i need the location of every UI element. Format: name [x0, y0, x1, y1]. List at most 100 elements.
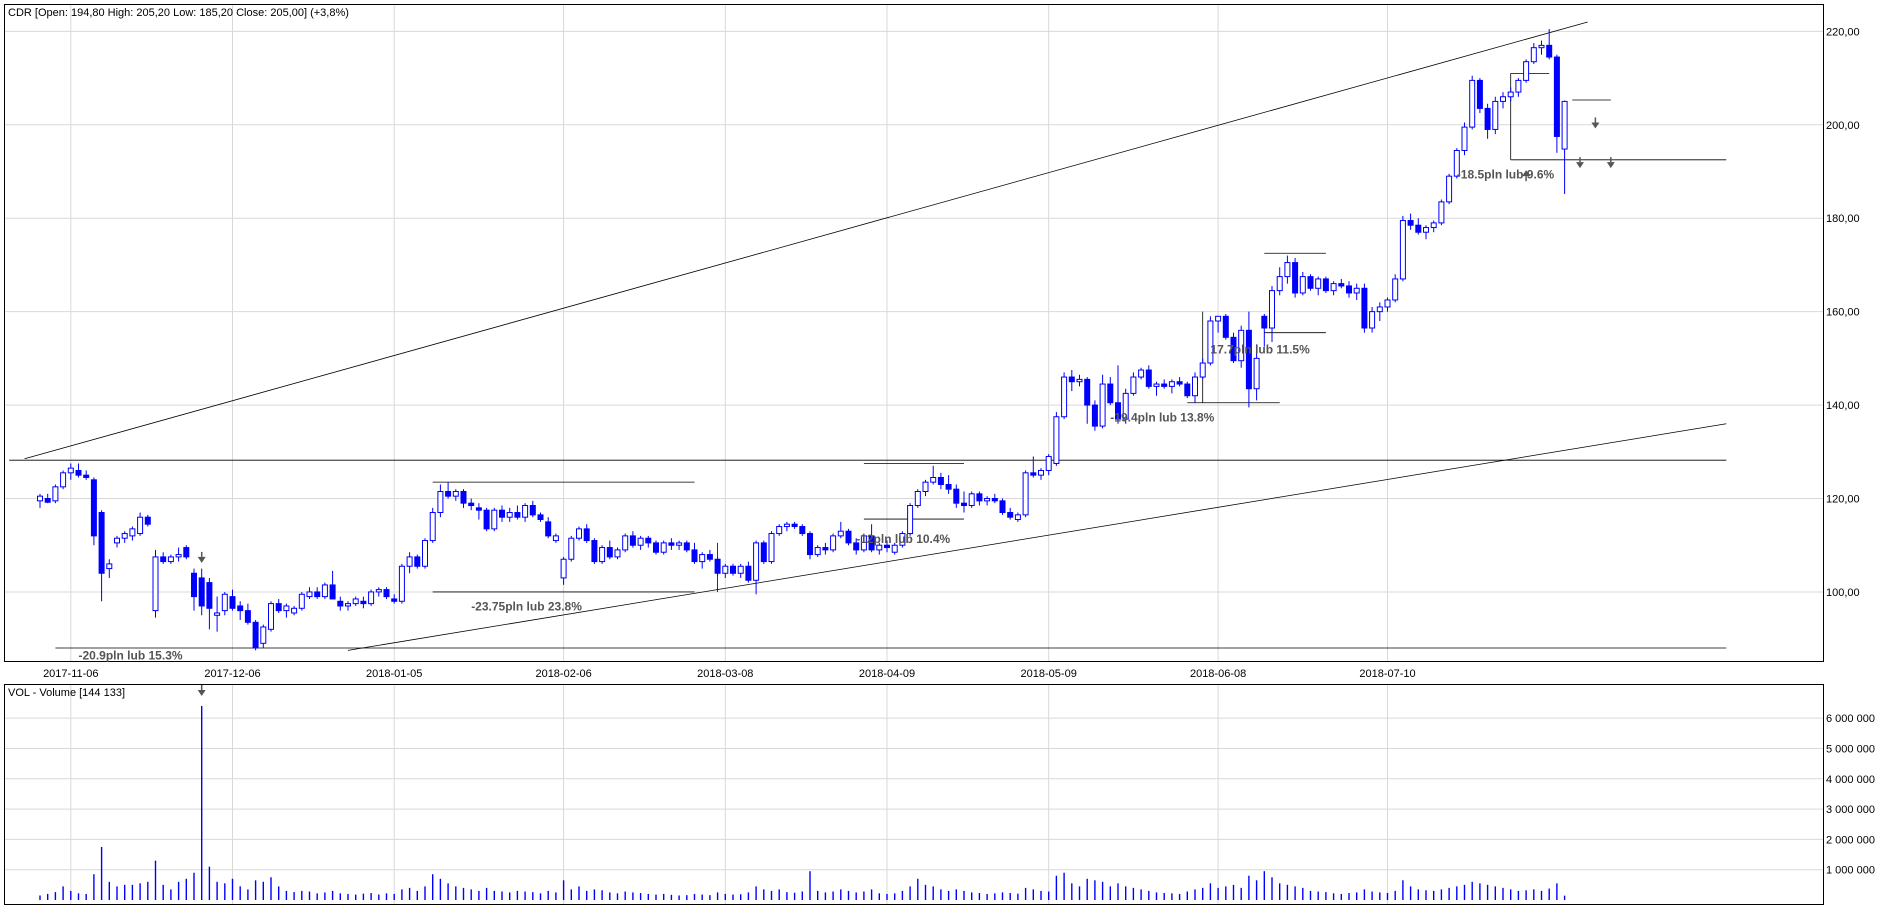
candle [1222, 313, 1229, 340]
candle-body [552, 535, 559, 542]
candle-body [1245, 329, 1252, 390]
candle-body [1014, 514, 1021, 521]
candle [999, 498, 1006, 515]
candle-body [214, 612, 221, 616]
candle-body [1500, 96, 1506, 102]
candle-body [1107, 383, 1114, 404]
candle-body [745, 565, 752, 581]
stock-chart: 2017-11-06 2017-12-06 2018-01-05 2018-02-06… [0, 0, 1882, 910]
candle-body [244, 610, 251, 623]
candle-body [1022, 472, 1029, 516]
candle-body [44, 498, 51, 503]
y-tick-label: 140,00 [1826, 400, 1860, 412]
candle-body [807, 533, 813, 556]
x-tick-label: 2018-02-06 [535, 668, 591, 680]
candle [660, 540, 667, 555]
candle-body [683, 542, 690, 551]
candle-body [398, 565, 405, 602]
candle [1361, 283, 1368, 333]
candle-body [1484, 107, 1491, 130]
candle-body [629, 535, 636, 546]
x-tick-label: 2018-05-09 [1021, 668, 1077, 680]
candle-body [121, 533, 128, 539]
candle [1523, 59, 1530, 83]
candle-body [268, 603, 274, 630]
candle-body [814, 547, 821, 556]
candle [653, 540, 659, 555]
candle-body [1299, 276, 1306, 294]
candle-body [984, 498, 991, 502]
candle-body [953, 488, 960, 504]
candle [599, 545, 606, 564]
candle-body [945, 483, 952, 490]
candle-body [114, 537, 120, 544]
candle [1091, 400, 1098, 431]
candle-body [314, 591, 321, 598]
candle-body [90, 479, 97, 537]
candle-body [221, 593, 228, 612]
candle-body [1423, 227, 1429, 233]
candle-body [1138, 369, 1145, 378]
candle-body [760, 542, 767, 563]
candle [491, 507, 498, 532]
volume-tick-label: 5 000 000 [1826, 743, 1875, 755]
candle-body [1469, 79, 1476, 128]
candle-body [483, 509, 490, 530]
volume-tick-label: 6 000 000 [1826, 713, 1875, 725]
candle-body [345, 603, 351, 607]
candle-body [622, 535, 629, 551]
candle-body [976, 493, 983, 502]
candle [1446, 173, 1453, 205]
candle-body [460, 491, 467, 504]
y-axis: 100,00 120,00 140,00 160,00 180,00 200,00 220,… [1826, 26, 1860, 599]
candle-body [668, 542, 675, 546]
candle-body [845, 530, 852, 544]
candle-body [429, 512, 436, 542]
candle-body [1530, 47, 1537, 63]
candle [768, 531, 775, 564]
candle-body [1176, 381, 1183, 385]
candle [807, 531, 813, 560]
candle-body [614, 549, 621, 558]
candle-body [1091, 404, 1098, 427]
candle-body [822, 547, 829, 551]
candle-body [1392, 278, 1399, 301]
y-tick-label: 200,00 [1826, 120, 1860, 132]
candle [1469, 75, 1476, 130]
candle-body [52, 486, 59, 502]
candle-body [191, 572, 197, 598]
candle-body [991, 498, 998, 502]
candle-body [930, 476, 937, 483]
candle-body [1307, 276, 1314, 289]
candle-body [1030, 472, 1037, 476]
candle-body [1346, 285, 1352, 294]
candle-body [167, 556, 174, 563]
candle [576, 526, 582, 541]
candle-body [414, 556, 421, 567]
candle-body [1253, 357, 1260, 390]
candle-body [1184, 383, 1191, 397]
candle-body [1384, 299, 1391, 308]
candle [830, 533, 837, 553]
candle-body [1523, 61, 1530, 81]
candle-body [275, 603, 282, 612]
x-tick-label: 2018-03-08 [697, 668, 753, 680]
candle-body [1399, 220, 1406, 280]
candle-body [876, 544, 883, 551]
candle [1207, 316, 1214, 366]
volume-axis: 1 000 000 2 000 000 3 000 000 4 000 000 5 00… [1826, 713, 1875, 877]
candle-body [768, 533, 775, 563]
candle-body [283, 605, 290, 612]
candle-body [229, 596, 236, 609]
y-tick-label: 160,00 [1826, 307, 1860, 319]
candle-body [291, 607, 298, 614]
candle-body [1492, 100, 1499, 130]
candle-body [160, 556, 167, 563]
y-tick-label: 120,00 [1826, 494, 1860, 506]
candle [152, 549, 159, 618]
candle-body [837, 530, 844, 537]
candle-body [1045, 455, 1052, 471]
candle [52, 484, 59, 504]
candle-body [637, 537, 644, 546]
candle-body [491, 509, 498, 530]
